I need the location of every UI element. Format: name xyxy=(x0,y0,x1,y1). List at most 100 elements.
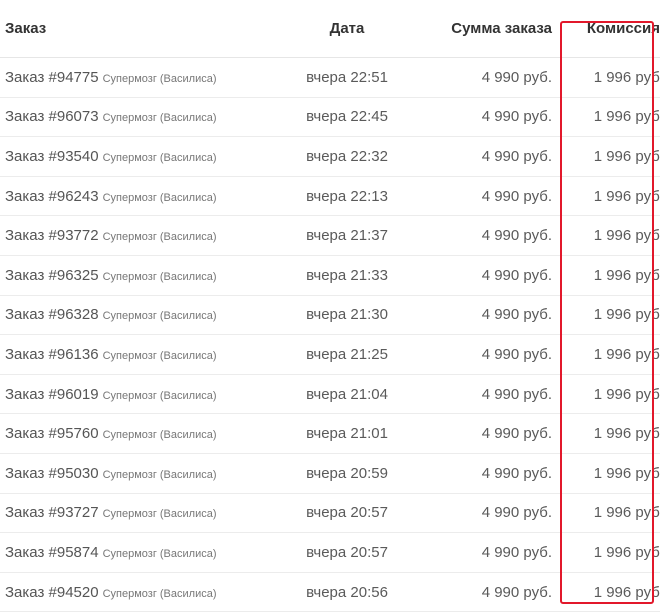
sum-cell: 4 990 руб. xyxy=(407,572,570,612)
header-order: Заказ xyxy=(0,0,287,58)
order-product: Супермозг (Василиса) xyxy=(102,349,217,362)
commission-cell: 1 996 руб. xyxy=(570,493,660,534)
table-row[interactable]: Заказ #93727 Супермозг (Василиса) вчера 20… xyxy=(0,493,660,534)
header-row: Заказ Дата Сумма заказа Комиссия xyxy=(0,0,660,58)
order-link[interactable]: Заказ #96243 xyxy=(5,188,99,205)
sum-cell: 4 990 руб. xyxy=(407,136,570,177)
order-link[interactable]: Заказ #93772 xyxy=(5,227,99,244)
order-product: Супермозг (Василиса) xyxy=(102,547,217,560)
table-row[interactable]: Заказ #94520 Супермозг (Василиса) вчера 20… xyxy=(0,572,660,612)
sum-cell: 4 990 руб. xyxy=(407,334,570,375)
order-cell: Заказ #96019 Супермозг (Василиса) xyxy=(0,374,287,415)
sum-cell: 4 990 руб. xyxy=(407,413,570,454)
order-link[interactable]: Заказ #93727 xyxy=(5,504,99,521)
commission-cell: 1 996 руб. xyxy=(570,215,660,256)
date-cell: вчера 22:45 xyxy=(287,97,407,138)
commission-cell: 1 996 руб. xyxy=(570,136,660,177)
order-cell: Заказ #96136 Супермозг (Василиса) xyxy=(0,334,287,375)
order-cell: Заказ #95874 Супермозг (Василиса) xyxy=(0,532,287,573)
order-product: Супермозг (Василиса) xyxy=(102,310,217,323)
order-cell: Заказ #94775 Супермозг (Василиса) xyxy=(0,57,287,98)
order-link[interactable]: Заказ #95874 xyxy=(5,544,99,561)
order-product: Супермозг (Василиса) xyxy=(102,508,217,521)
sum-cell: 4 990 руб. xyxy=(407,57,570,98)
date-cell: вчера 21:33 xyxy=(287,255,407,296)
order-cell: Заказ #96243 Супермозг (Василиса) xyxy=(0,176,287,217)
commission-cell: 1 996 руб. xyxy=(570,57,660,98)
commission-cell: 1 996 руб. xyxy=(570,532,660,573)
orders-table-container: Заказ Дата Сумма заказа Комиссия Заказ #… xyxy=(0,0,660,612)
sum-cell: 4 990 руб. xyxy=(407,374,570,415)
commission-cell: 1 996 руб. xyxy=(570,176,660,217)
sum-cell: 4 990 руб. xyxy=(407,493,570,534)
table-header: Заказ Дата Сумма заказа Комиссия xyxy=(0,0,660,58)
order-cell: Заказ #96325 Супермозг (Василиса) xyxy=(0,255,287,296)
commission-cell: 1 996 руб. xyxy=(570,413,660,454)
order-cell: Заказ #93540 Супермозг (Василиса) xyxy=(0,136,287,177)
date-cell: вчера 22:13 xyxy=(287,176,407,217)
order-product: Супермозг (Василиса) xyxy=(102,270,217,283)
sum-cell: 4 990 руб. xyxy=(407,215,570,256)
order-cell: Заказ #94520 Супермозг (Василиса) xyxy=(0,572,287,612)
header-sum: Сумма заказа xyxy=(407,0,570,58)
commission-cell: 1 996 руб. xyxy=(570,255,660,296)
order-cell: Заказ #95760 Супермозг (Василиса) xyxy=(0,413,287,454)
order-link[interactable]: Заказ #96019 xyxy=(5,386,99,403)
date-cell: вчера 20:56 xyxy=(287,572,407,612)
order-cell: Заказ #96328 Супермозг (Василиса) xyxy=(0,295,287,336)
table-row[interactable]: Заказ #96243 Супермозг (Василиса) вчера 22… xyxy=(0,176,660,217)
order-product: Супермозг (Василиса) xyxy=(102,587,217,600)
sum-cell: 4 990 руб. xyxy=(407,295,570,336)
table-row[interactable]: Заказ #95030 Супермозг (Василиса) вчера 20… xyxy=(0,453,660,494)
commission-cell: 1 996 руб. xyxy=(570,295,660,336)
order-link[interactable]: Заказ #94775 xyxy=(5,69,99,86)
order-product: Супермозг (Василиса) xyxy=(102,191,217,204)
date-cell: вчера 20:57 xyxy=(287,532,407,573)
date-cell: вчера 21:30 xyxy=(287,295,407,336)
order-product: Супермозг (Василиса) xyxy=(102,389,217,402)
order-product: Супермозг (Василиса) xyxy=(102,429,217,442)
order-link[interactable]: Заказ #93540 xyxy=(5,148,99,165)
order-product: Супермозг (Василиса) xyxy=(102,468,217,481)
table-row[interactable]: Заказ #95760 Супермозг (Василиса) вчера 21… xyxy=(0,413,660,454)
order-link[interactable]: Заказ #96325 xyxy=(5,267,99,284)
order-cell: Заказ #93727 Супермозг (Василиса) xyxy=(0,493,287,534)
table-row[interactable]: Заказ #96073 Супермозг (Василиса) вчера 22… xyxy=(0,97,660,138)
commission-cell: 1 996 руб. xyxy=(570,572,660,612)
sum-cell: 4 990 руб. xyxy=(407,97,570,138)
order-link[interactable]: Заказ #96328 xyxy=(5,306,99,323)
header-date: Дата xyxy=(287,0,407,58)
table-row[interactable]: Заказ #93772 Супермозг (Василиса) вчера 21… xyxy=(0,215,660,256)
date-cell: вчера 21:04 xyxy=(287,374,407,415)
table-row[interactable]: Заказ #96328 Супермозг (Василиса) вчера 21… xyxy=(0,295,660,336)
sum-cell: 4 990 руб. xyxy=(407,532,570,573)
table-row[interactable]: Заказ #96136 Супермозг (Василиса) вчера 21… xyxy=(0,334,660,375)
sum-cell: 4 990 руб. xyxy=(407,255,570,296)
order-cell: Заказ #96073 Супермозг (Василиса) xyxy=(0,97,287,138)
date-cell: вчера 21:01 xyxy=(287,413,407,454)
order-product: Супермозг (Василиса) xyxy=(102,151,217,164)
order-cell: Заказ #95030 Супермозг (Василиса) xyxy=(0,453,287,494)
orders-table: Заказ Дата Сумма заказа Комиссия Заказ #… xyxy=(0,0,660,612)
commission-cell: 1 996 руб. xyxy=(570,334,660,375)
table-row[interactable]: Заказ #93540 Супермозг (Василиса) вчера 22… xyxy=(0,136,660,177)
order-link[interactable]: Заказ #95760 xyxy=(5,425,99,442)
table-row[interactable]: Заказ #96019 Супермозг (Василиса) вчера 21… xyxy=(0,374,660,415)
order-link[interactable]: Заказ #96136 xyxy=(5,346,99,363)
order-product: Супермозг (Василиса) xyxy=(102,231,217,244)
order-link[interactable]: Заказ #96073 xyxy=(5,108,99,125)
date-cell: вчера 22:32 xyxy=(287,136,407,177)
order-product: Супермозг (Василиса) xyxy=(102,72,217,85)
table-row[interactable]: Заказ #94775 Супермозг (Василиса) вчера 22… xyxy=(0,57,660,98)
order-link[interactable]: Заказ #94520 xyxy=(5,584,99,601)
table-row[interactable]: Заказ #96325 Супермозг (Василиса) вчера 21… xyxy=(0,255,660,296)
header-commission: Комиссия xyxy=(570,0,660,58)
order-link[interactable]: Заказ #95030 xyxy=(5,465,99,482)
commission-cell: 1 996 руб. xyxy=(570,374,660,415)
date-cell: вчера 21:37 xyxy=(287,215,407,256)
order-product: Супермозг (Василиса) xyxy=(102,112,217,125)
table-row[interactable]: Заказ #95874 Супермозг (Василиса) вчера 20… xyxy=(0,532,660,573)
commission-cell: 1 996 руб. xyxy=(570,453,660,494)
commission-cell: 1 996 руб. xyxy=(570,97,660,138)
sum-cell: 4 990 руб. xyxy=(407,453,570,494)
